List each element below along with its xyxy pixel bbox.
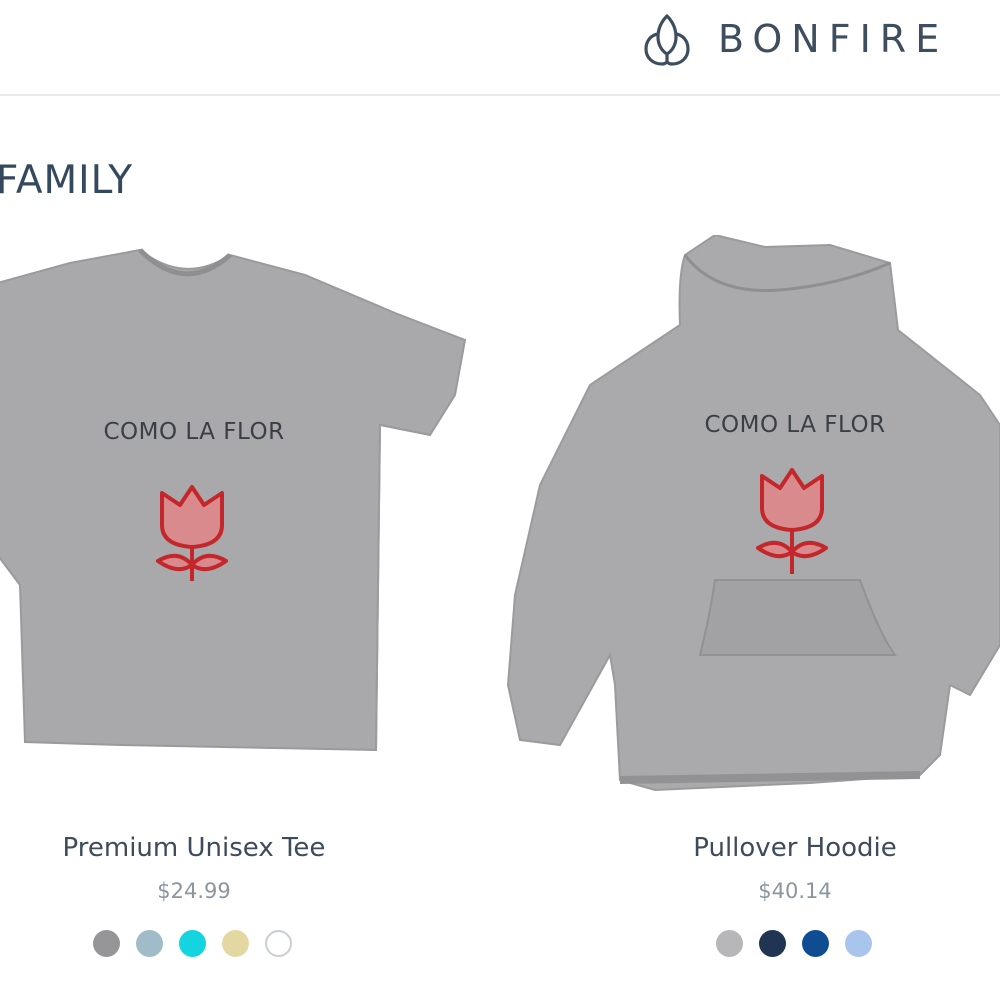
hoodie-product-name[interactable]: Pullover Hoodie [680,833,910,863]
hoodie-swatch-3[interactable] [802,930,829,957]
tee-swatch-4[interactable] [222,930,249,957]
tee-image: COMO LA FLOR [0,248,467,752]
hoodie-product-price: $40.14 [758,879,832,903]
hoodie-image: COMO LA FLOR [506,235,1000,792]
product-card-tee[interactable]: COMO LA FLOR Premium Unisex Tee $24.99 [0,0,500,1000]
rose-icon [156,485,228,581]
hoodie-design-text: COMO LA FLOR [704,412,885,438]
tee-swatch-5[interactable] [265,930,292,957]
tee-product-name[interactable]: Premium Unisex Tee [59,833,329,863]
hoodie-swatch-4[interactable] [845,930,872,957]
tee-swatch-1[interactable] [93,930,120,957]
tee-product-price: $24.99 [157,879,231,903]
tee-design-text: COMO LA FLOR [103,419,284,445]
hoodie-swatch-2[interactable] [759,930,786,957]
hoodie-color-swatches [716,930,888,957]
tee-swatch-3[interactable] [179,930,206,957]
product-card-hoodie[interactable]: COMO LA FLOR Pullover Hoodie $40.14 [500,0,1000,1000]
hoodie-swatch-1[interactable] [716,930,743,957]
tee-color-swatches [93,930,308,957]
tee-swatch-2[interactable] [136,930,163,957]
